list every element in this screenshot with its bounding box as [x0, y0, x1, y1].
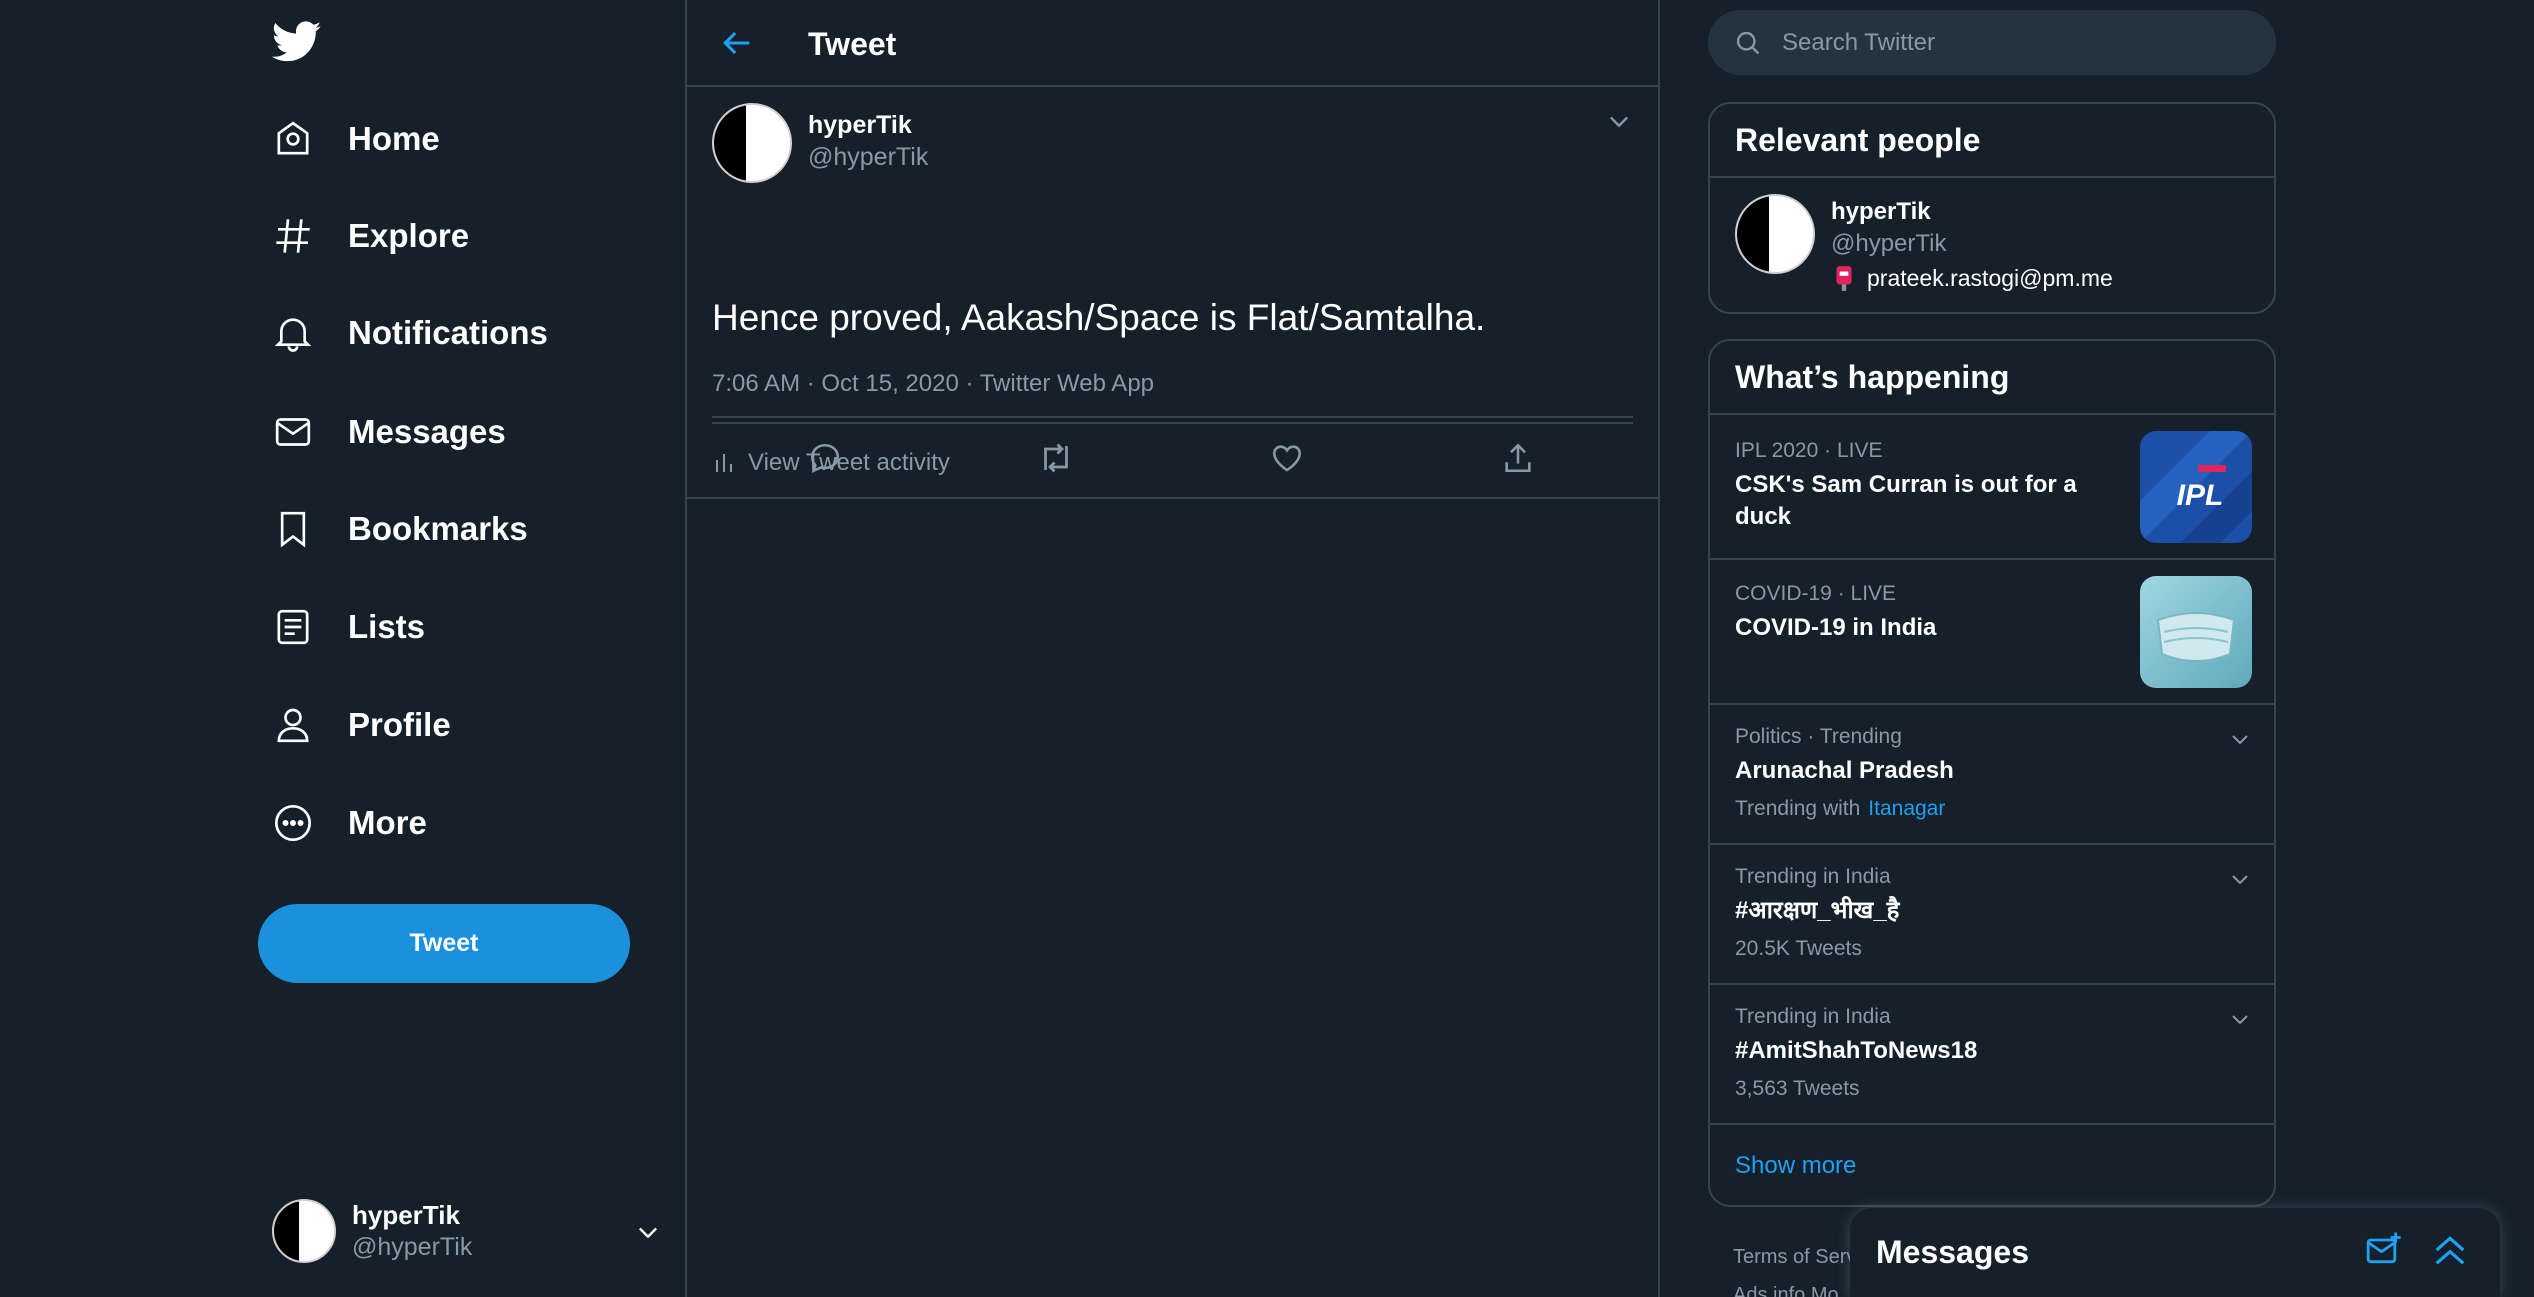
- relevant-people-panel: Relevant people hyperTik @hyperTik prate…: [1708, 102, 2276, 314]
- tweet-timestamp[interactable]: 7:06 AM · Oct 15, 2020 · Twitter Web App: [712, 370, 1154, 398]
- account-name: hyperTik: [352, 1200, 460, 1230]
- trend-context: Trending in India: [1735, 1005, 1891, 1028]
- postbox-icon: [1831, 264, 1857, 292]
- trend-context: COVID-19 · LIVE: [1735, 582, 1897, 605]
- messages-drawer[interactable]: Messages: [1850, 1208, 2500, 1297]
- new-message-icon[interactable]: [2364, 1230, 2404, 1270]
- ipl-thumbnail: IPL: [2140, 431, 2252, 543]
- nav-home[interactable]: Home: [270, 104, 600, 174]
- divider: [712, 416, 1633, 418]
- chevrons-up-icon[interactable]: [2430, 1230, 2470, 1270]
- page-title: Tweet: [808, 26, 897, 62]
- bell-icon: [270, 310, 316, 356]
- svg-text:IPL: IPL: [2177, 479, 2224, 512]
- bookmark-icon: [270, 506, 316, 552]
- trend-title: CSK's Sam Curran is out for a duck: [1735, 471, 2077, 530]
- face-mask-thumbnail: [2140, 576, 2252, 688]
- hashtag-icon: [270, 213, 316, 259]
- account-switcher[interactable]: hyperTik @hyperTik: [272, 1196, 662, 1266]
- chevron-down-icon[interactable]: [2228, 867, 2252, 891]
- twitter-logo-icon[interactable]: [272, 20, 322, 64]
- envelope-icon: [270, 409, 316, 455]
- nav-profile-label: Profile: [348, 706, 451, 743]
- divider: [712, 422, 1633, 424]
- nav-notifications-label: Notifications: [348, 314, 548, 351]
- footer-link-terms[interactable]: Terms of Serv: [1733, 1238, 1856, 1276]
- trend-context: Politics · Trending: [1735, 725, 1902, 748]
- person-bio: prateek.rastogi@pm.me: [1867, 264, 2113, 291]
- whats-happening-title: What’s happening: [1710, 341, 2274, 415]
- trend-item[interactable]: Trending in India #AmitShahToNews18 3,56…: [1710, 985, 2274, 1125]
- list-icon: [270, 604, 316, 650]
- nav-bookmarks[interactable]: Bookmarks: [270, 494, 600, 564]
- back-arrow-icon[interactable]: [721, 26, 755, 60]
- trend-item[interactable]: COVID-19 · LIVE COVID-19 in India: [1710, 560, 2274, 705]
- nav-home-label: Home: [348, 120, 440, 157]
- trend-context: IPL 2020 · LIVE: [1735, 439, 1883, 462]
- tweet-author-handle[interactable]: @hyperTik: [808, 143, 928, 172]
- footer-links: Terms of Serv Ads info Mo: [1733, 1238, 1856, 1297]
- trend-tweet-count: 20.5K Tweets: [1735, 937, 1862, 960]
- nav-messages-label: Messages: [348, 413, 506, 450]
- tweet-actions: [687, 438, 1658, 478]
- nav-lists[interactable]: Lists: [270, 592, 600, 662]
- main-column: Tweet hyperTik @hyperTik Hence proved, A…: [687, 0, 1660, 1297]
- compose-tweet-button[interactable]: Tweet: [258, 904, 630, 983]
- person-icon: [270, 702, 316, 748]
- nav-more[interactable]: More: [270, 788, 600, 858]
- chevron-down-icon[interactable]: [2228, 1007, 2252, 1031]
- whats-happening-panel: What’s happening IPL 2020 · LIVE CSK's S…: [1708, 339, 2276, 1207]
- trend-item[interactable]: Trending in India #आरक्षण_भीख_है 20.5K T…: [1710, 845, 2274, 985]
- home-icon: [270, 116, 316, 162]
- trend-item[interactable]: IPL 2020 · LIVE CSK's Sam Curran is out …: [1710, 415, 2274, 560]
- avatar: [1735, 194, 1815, 274]
- trend-context: Trending in India: [1735, 865, 1891, 888]
- trend-with-label: Trending with: [1735, 797, 1861, 820]
- account-handle: @hyperTik: [352, 1233, 473, 1261]
- trend-tweet-count: 3,563 Tweets: [1735, 1077, 1860, 1100]
- show-more-link[interactable]: Show more: [1710, 1125, 2274, 1205]
- like-heart-icon[interactable]: [1267, 438, 1307, 478]
- nav-messages[interactable]: Messages: [270, 397, 600, 467]
- nav-notifications[interactable]: Notifications: [270, 298, 600, 368]
- trend-subtitle: Trending with Itanagar: [1735, 797, 1945, 821]
- person-handle: @hyperTik: [1831, 230, 1947, 257]
- nav-more-label: More: [348, 804, 427, 841]
- search-box[interactable]: [1708, 10, 2276, 75]
- retweet-icon[interactable]: [1036, 438, 1076, 478]
- nav-explore-label: Explore: [348, 217, 470, 254]
- search-icon: [1734, 29, 1762, 57]
- divider: [687, 497, 1658, 499]
- chevron-down-icon[interactable]: [2228, 727, 2252, 751]
- more-circle-icon: [270, 800, 316, 846]
- nav-profile[interactable]: Profile: [270, 690, 600, 760]
- trend-title: #आरक्षण_भीख_है: [1735, 897, 1900, 924]
- trend-link-itanagar[interactable]: Itanagar: [1868, 797, 1945, 820]
- messages-drawer-title: Messages: [1876, 1234, 2029, 1270]
- footer-link-ads-info[interactable]: Ads info Mo: [1733, 1276, 1856, 1297]
- trend-title: #AmitShahToNews18: [1735, 1037, 1978, 1064]
- tweet-author-avatar[interactable]: [712, 103, 792, 183]
- nav-explore[interactable]: Explore: [270, 201, 600, 271]
- trend-item[interactable]: Politics · Trending Arunachal Pradesh Tr…: [1710, 705, 2274, 845]
- caret-down-icon[interactable]: [1605, 107, 1633, 135]
- nav-bookmarks-label: Bookmarks: [348, 510, 528, 547]
- relevant-people-title: Relevant people: [1710, 104, 2274, 178]
- tweet-text: Hence proved, Aakash/Space is Flat/Samta…: [712, 297, 1486, 338]
- trend-title: Arunachal Pradesh: [1735, 757, 1954, 784]
- share-icon[interactable]: [1498, 438, 1538, 478]
- avatar: [272, 1199, 336, 1263]
- tweet-author-name[interactable]: hyperTik: [808, 111, 912, 140]
- left-sidebar: Home Explore Notifications Messages Book…: [0, 0, 687, 1297]
- main-header: Tweet: [687, 0, 1658, 87]
- reply-icon[interactable]: [805, 438, 845, 478]
- nav-lists-label: Lists: [348, 608, 426, 645]
- relevant-person[interactable]: hyperTik @hyperTik prateek.rastogi@pm.me: [1710, 178, 2274, 312]
- person-name: hyperTik: [1831, 198, 1931, 225]
- trend-title: COVID-19 in India: [1735, 614, 1937, 641]
- chevron-down-icon: [634, 1218, 662, 1246]
- search-input[interactable]: [1782, 28, 2232, 57]
